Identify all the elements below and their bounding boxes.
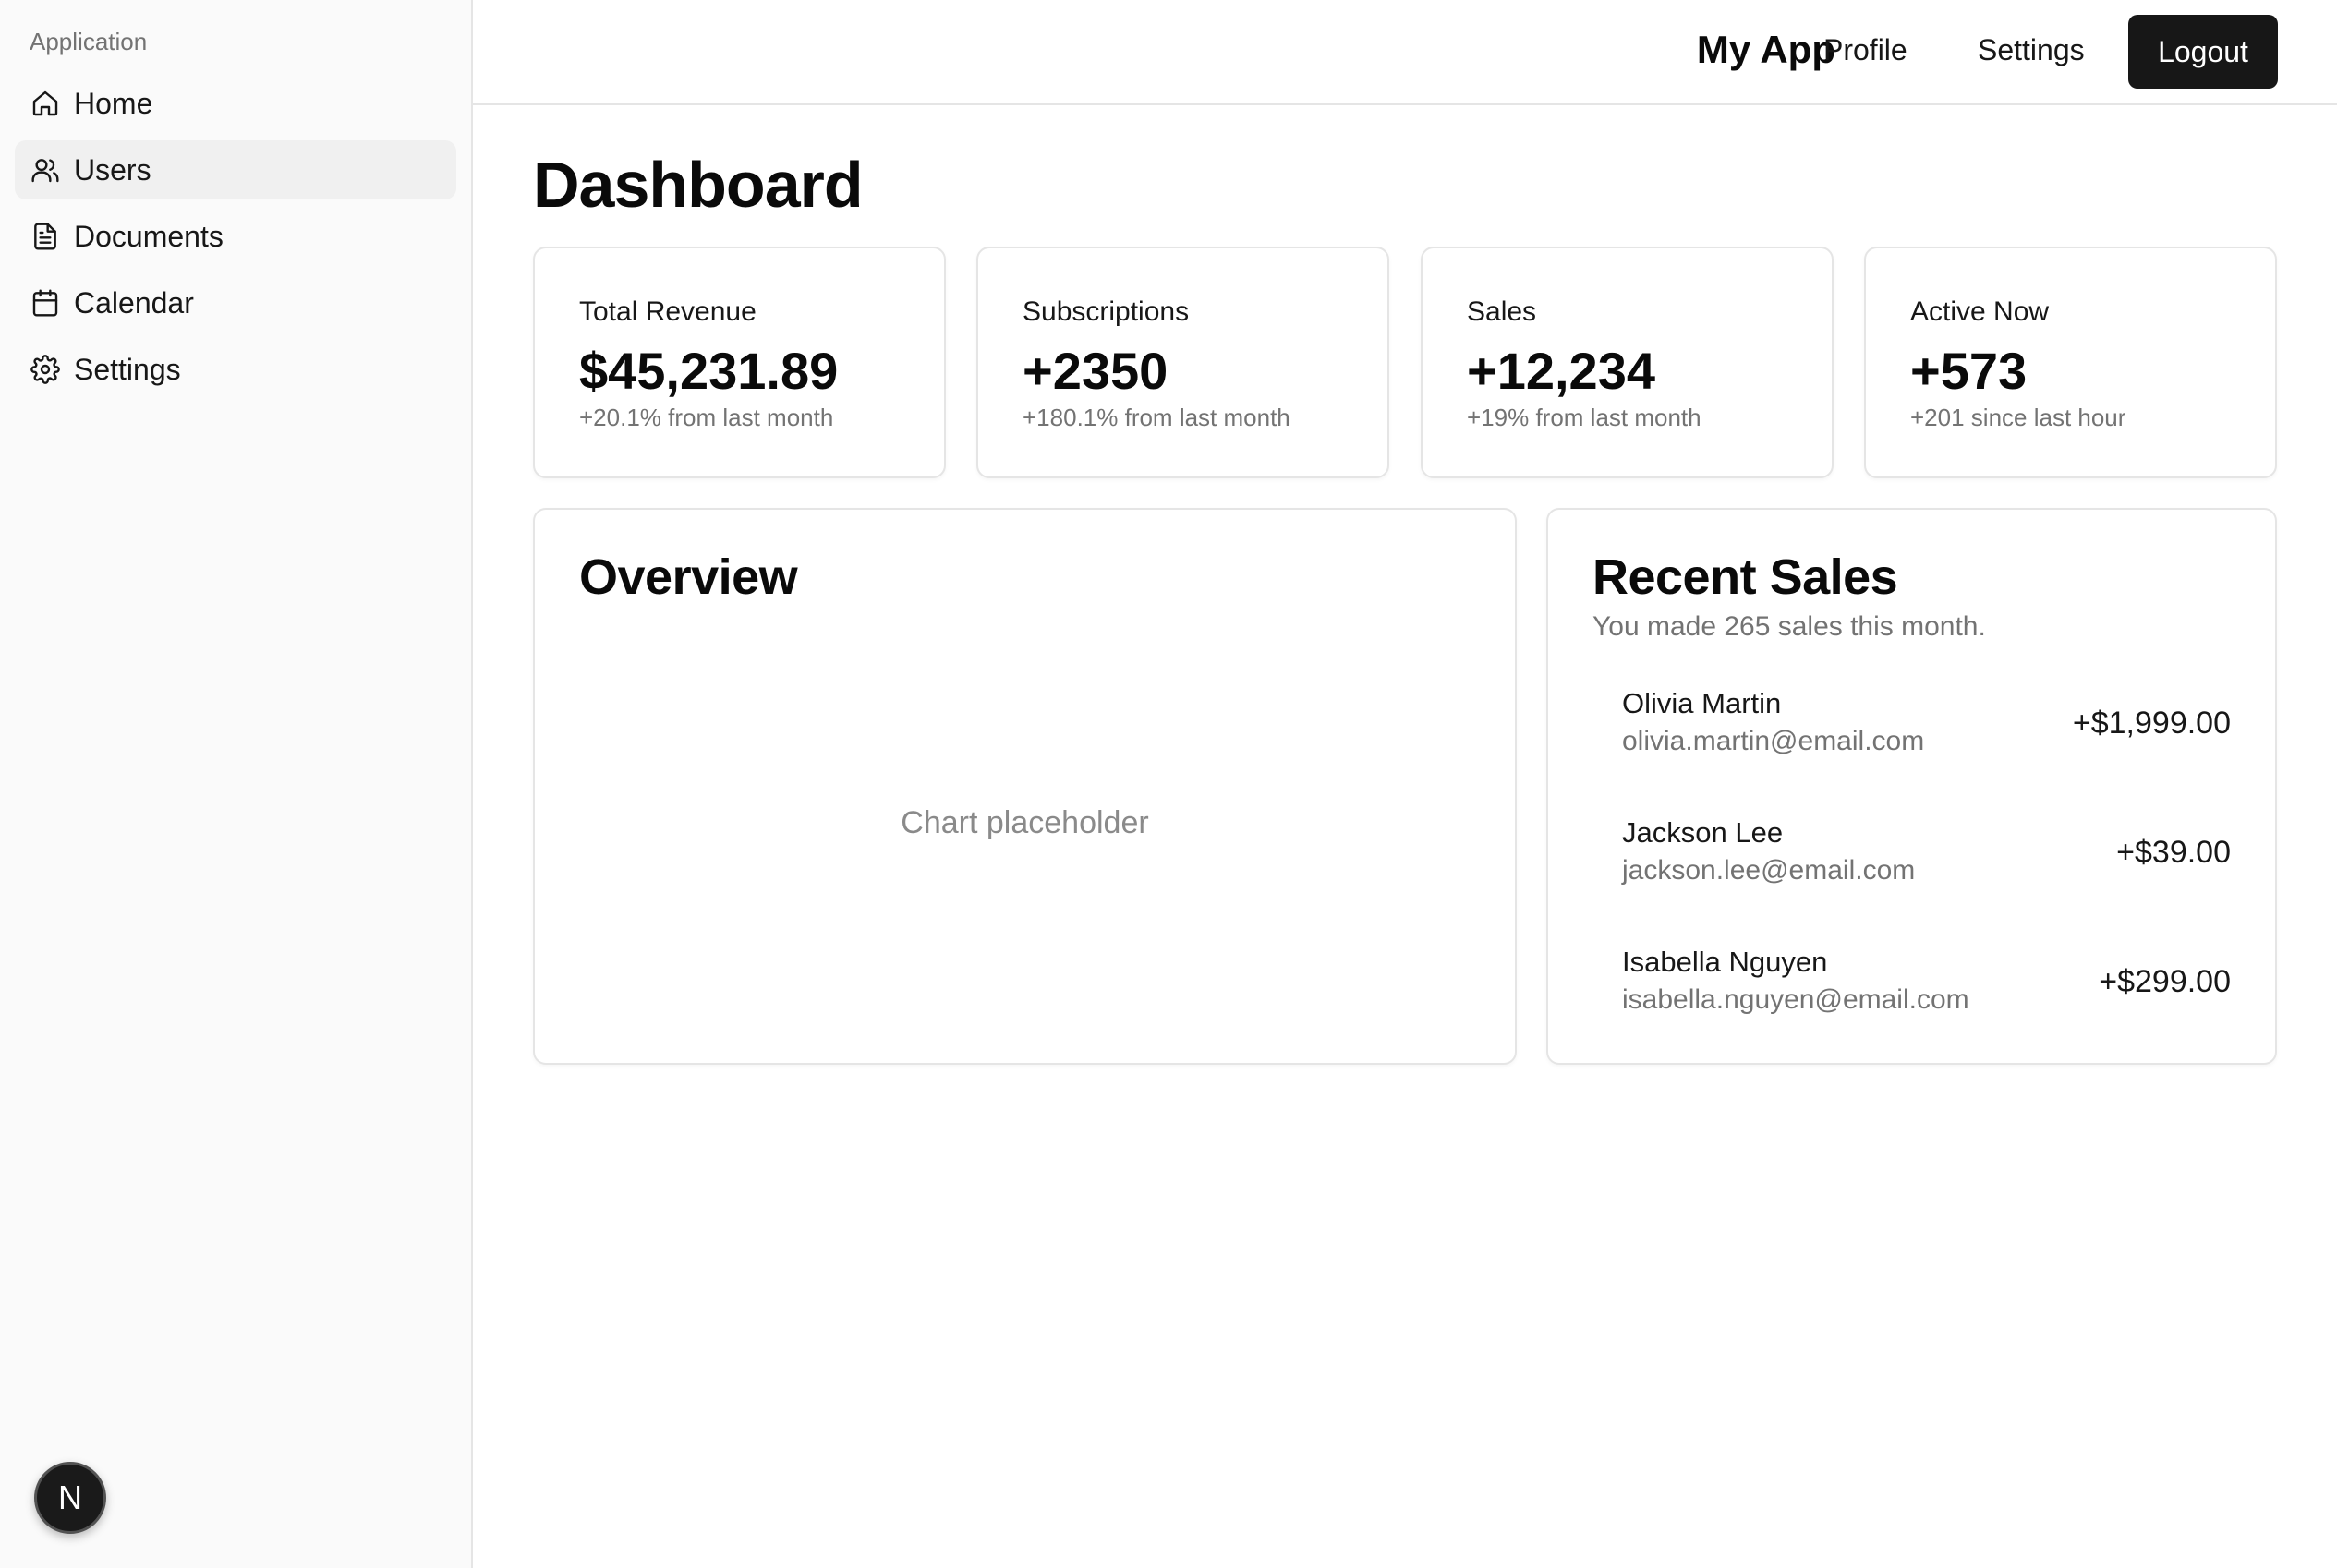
stat-value: $45,231.89 (579, 342, 839, 400)
stat-delta: +19% from last month (1467, 404, 1701, 431)
sidebar-item-documents[interactable]: Documents (15, 207, 456, 266)
sidebar-item-label: Calendar (74, 285, 194, 320)
sidebar-menu: Home Users Documents Calendar Settings (15, 74, 456, 406)
sidebar-item-label: Users (74, 152, 151, 187)
app-name: My App (1696, 28, 1835, 71)
customer-name: Isabella Nguyen (1622, 946, 1828, 978)
users-icon (30, 154, 61, 186)
stat-card-total-revenue: Total Revenue $45,231.89 +20.1% from las… (533, 247, 946, 478)
avatar[interactable]: N (34, 1462, 106, 1534)
chart-placeholder: Chart placeholder (901, 805, 1149, 840)
stat-value: +2350 (1023, 342, 1168, 400)
list-item: Olivia Martin olivia.martin@email.com +$… (1622, 687, 2231, 770)
stat-value: +12,234 (1467, 342, 1655, 400)
sale-amount: +$39.00 (2116, 835, 2231, 870)
nav-settings-link[interactable]: Settings (1978, 33, 2085, 67)
sidebar-group-label: Application (30, 28, 148, 55)
overview-title: Overview (579, 549, 798, 605)
overview-card: Overview Chart placeholder (533, 508, 1517, 1065)
stat-card-active-now: Active Now +573 +201 since last hour (1864, 247, 2277, 478)
sidebar-item-label: Settings (74, 352, 181, 386)
stat-delta: +20.1% from last month (579, 404, 834, 431)
list-item: Isabella Nguyen isabella.nguyen@email.co… (1622, 946, 2231, 1029)
sale-amount: +$299.00 (2099, 964, 2231, 999)
sidebar-item-home[interactable]: Home (15, 74, 456, 133)
page-title: Dashboard (533, 149, 864, 221)
customer-name: Olivia Martin (1622, 687, 1782, 719)
recent-sales-title: Recent Sales (1592, 549, 1898, 605)
sidebar-item-label: Home (74, 86, 153, 120)
top-navbar: My App Profile Settings Logout (473, 0, 2337, 105)
stat-title: Subscriptions (1023, 296, 1190, 327)
document-icon (30, 221, 61, 252)
stat-delta: +180.1% from last month (1023, 404, 1290, 431)
logout-button[interactable]: Logout (2128, 15, 2278, 89)
customer-email: isabella.nguyen@email.com (1622, 984, 1969, 1015)
stat-title: Total Revenue (579, 296, 757, 327)
stat-title: Sales (1467, 296, 1537, 327)
sidebar: Application Home Users Documents Calenda… (0, 0, 473, 1568)
nav-profile-link[interactable]: Profile (1823, 33, 1907, 67)
gear-icon (30, 354, 61, 385)
sidebar-item-label: Documents (74, 219, 224, 253)
stat-delta: +201 since last hour (1910, 404, 2126, 431)
sale-amount: +$1,999.00 (2072, 706, 2231, 741)
sidebar-item-settings[interactable]: Settings (15, 340, 456, 399)
home-icon (30, 88, 61, 119)
list-item: Jackson Lee jackson.lee@email.com +$39.0… (1622, 816, 2231, 899)
customer-name: Jackson Lee (1622, 816, 1784, 849)
recent-sales-card: Recent Sales You made 265 sales this mon… (1546, 508, 2277, 1065)
stat-value: +573 (1910, 342, 2028, 400)
calendar-icon (30, 287, 61, 319)
customer-email: olivia.martin@email.com (1622, 726, 1925, 756)
customer-email: jackson.lee@email.com (1622, 855, 1916, 886)
stat-card-sales: Sales +12,234 +19% from last month (1421, 247, 1834, 478)
stat-title: Active Now (1910, 296, 2050, 327)
sidebar-item-calendar[interactable]: Calendar (15, 273, 456, 332)
stat-card-subscriptions: Subscriptions +2350 +180.1% from last mo… (976, 247, 1389, 478)
sidebar-item-users[interactable]: Users (15, 140, 456, 199)
recent-sales-subtitle: You made 265 sales this month. (1592, 611, 1986, 642)
